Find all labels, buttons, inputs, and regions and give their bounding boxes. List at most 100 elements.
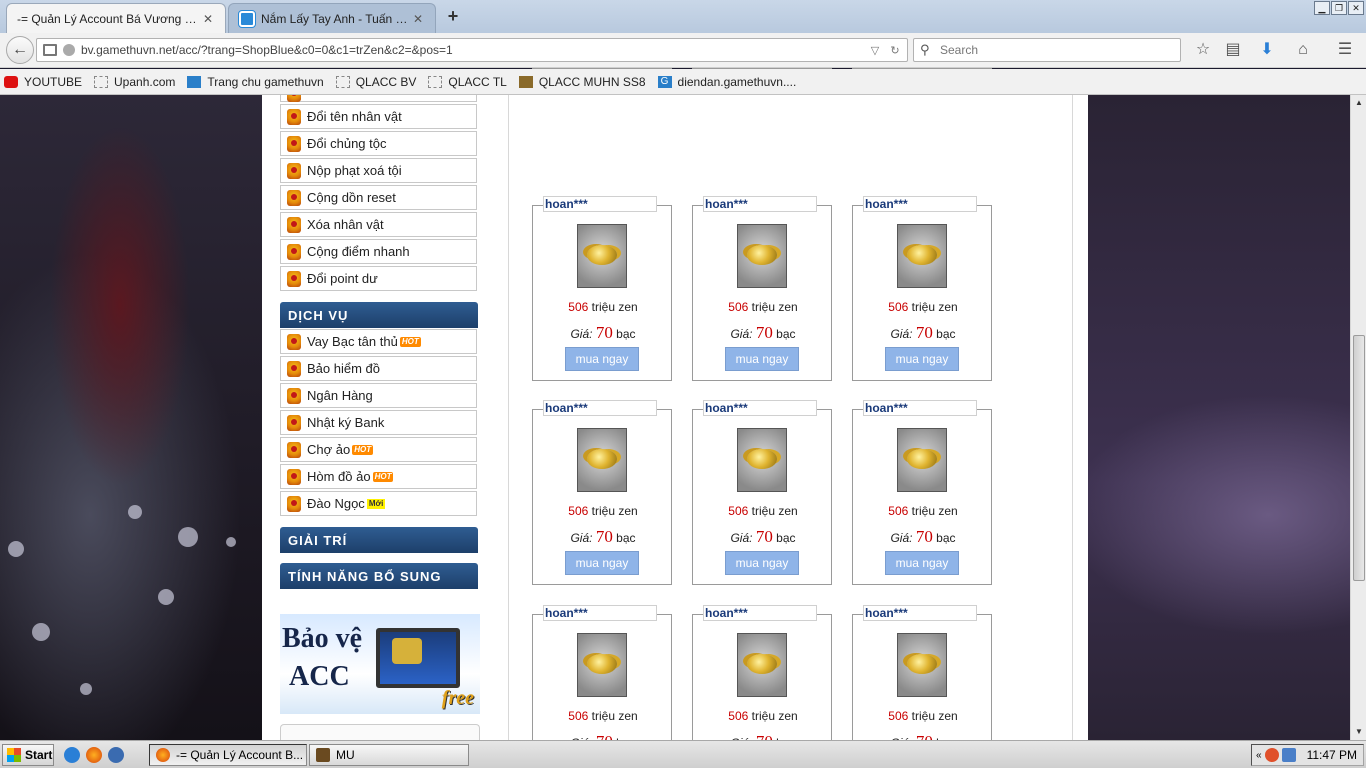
- menu-item-dao-ngoc[interactable]: Đào Ngọc Mới: [280, 491, 477, 516]
- minimize-button[interactable]: ▁: [1314, 1, 1330, 15]
- bookmark-qlacc-tl[interactable]: QLACC TL: [428, 75, 507, 89]
- system-tray: « 11:47 PM: [1251, 744, 1364, 766]
- buy-now-button[interactable]: mua ngay: [565, 551, 639, 575]
- bookmark-qlacc-muhn[interactable]: QLACC MUHN SS8: [518, 75, 646, 89]
- windows-logo-icon: [7, 748, 21, 762]
- bookmark-qlacc-bv[interactable]: QLACC BV: [335, 75, 416, 89]
- apps-grid-icon[interactable]: [43, 44, 57, 56]
- back-button[interactable]: ←: [6, 36, 34, 64]
- firefox-icon[interactable]: [86, 747, 102, 763]
- sparkle-dot: [158, 589, 174, 605]
- scroll-thumb[interactable]: [1353, 335, 1365, 581]
- close-icon[interactable]: ✕: [411, 12, 425, 26]
- menu-item-ngan-hang[interactable]: Ngân Hàng: [280, 383, 477, 408]
- menu-item-vay-bac[interactable]: Vay Bạc tân thủ HOT: [280, 329, 477, 354]
- promo-banner-bao-ve-acc[interactable]: Bảo vệ ACC free: [280, 614, 480, 714]
- search-input[interactable]: ⚲ Search: [913, 38, 1181, 62]
- price-label: Giá:: [570, 531, 593, 545]
- reload-icon[interactable]: ↻: [887, 44, 903, 57]
- search-icon: ⚲: [920, 42, 930, 57]
- zen-amount: 506 triệu zen: [853, 300, 993, 314]
- menu-item-doi-ten[interactable]: Đổi tên nhân vật: [280, 104, 477, 129]
- menu-label: Đào Ngọc: [307, 496, 365, 511]
- buy-now-button[interactable]: mua ngay: [725, 551, 799, 575]
- dropdown-icon[interactable]: ▽: [867, 44, 883, 57]
- promo-banner-2[interactable]: [280, 724, 480, 740]
- buy-now-button[interactable]: mua ngay: [885, 551, 959, 575]
- section-title: GIẢI TRÍ: [288, 532, 348, 548]
- buy-now-button[interactable]: mua ngay: [725, 347, 799, 371]
- tab-account-manager[interactable]: -= Quản Lý Account Bá Vương =- ... ✕: [6, 3, 226, 33]
- tab-music[interactable]: Nắm Lấy Tay Anh - Tuấn Hưn... ✕: [228, 3, 436, 33]
- bookmark-gamethuvn[interactable]: Trang chu gamethuvn: [187, 75, 324, 89]
- menu-icon[interactable]: ☰: [1335, 41, 1355, 61]
- sparkle-dot: [178, 527, 198, 547]
- media-player-icon[interactable]: [108, 747, 124, 763]
- clock: 11:47 PM: [1306, 748, 1358, 762]
- menu-item-hom-do-ao[interactable]: Hòm đồ ảo HOT: [280, 464, 477, 489]
- start-button[interactable]: Start: [2, 744, 54, 766]
- menu-item-cong-don-reset[interactable]: Cộng dồn reset: [280, 185, 477, 210]
- home-icon[interactable]: ⌂: [1293, 41, 1313, 61]
- zing-icon: [239, 10, 255, 27]
- address-bar[interactable]: bv.gamethuvn.net/acc/?trang=ShopBlue&c0=…: [36, 38, 908, 62]
- menu-item-nop-phat[interactable]: Nộp phạt xoá tội: [280, 158, 477, 183]
- medal-icon: [287, 244, 301, 260]
- restore-button[interactable]: ❐: [1331, 1, 1347, 15]
- bookmark-star-icon[interactable]: ☆: [1193, 41, 1213, 61]
- taskbar-item-firefox[interactable]: -= Quản Lý Account B...: [149, 744, 307, 766]
- new-tab-button[interactable]: +: [442, 7, 464, 27]
- tray-expand-icon[interactable]: «: [1256, 750, 1262, 761]
- menu-item-bao-hiem[interactable]: Bảo hiểm đồ: [280, 356, 477, 381]
- price-value: 70: [595, 323, 613, 342]
- buy-now-button[interactable]: mua ngay: [565, 347, 639, 371]
- hot-badge: HOT: [352, 444, 374, 455]
- price-value: 70: [595, 527, 613, 546]
- taskbar-item-mu[interactable]: MU: [309, 744, 469, 766]
- zen-amount-unit: triệu zen: [751, 504, 798, 518]
- download-icon[interactable]: ⬇: [1257, 41, 1277, 61]
- bookmark-label: Upanh.com: [114, 74, 176, 89]
- bookmark-upanh[interactable]: Upanh.com: [94, 75, 175, 89]
- menu-item-doi-chung-toc[interactable]: Đổi chủng tộc: [280, 131, 477, 156]
- window-close-button[interactable]: ✕: [1348, 1, 1364, 15]
- menu-item-xoa-nhan-vat[interactable]: Xóa nhân vật: [280, 212, 477, 237]
- background-art-right: [1088, 95, 1350, 740]
- tab-strip: -= Quản Lý Account Bá Vương =- ... ✕ Nắm…: [0, 0, 1366, 33]
- task-label: -= Quản Lý Account B...: [176, 748, 304, 762]
- url-text[interactable]: bv.gamethuvn.net/acc/?trang=ShopBlue&c0=…: [81, 43, 867, 57]
- item-price: Giá: 70 bạc: [533, 323, 673, 343]
- menu-item-nhat-ky-bank[interactable]: Nhật ký Bank: [280, 410, 477, 435]
- section-header-giai-tri[interactable]: GIẢI TRÍ: [280, 527, 478, 553]
- menu-item-cho-ao[interactable]: Chợ ảo HOT: [280, 437, 477, 462]
- scroll-down-arrow-icon[interactable]: ▼: [1351, 724, 1366, 740]
- zen-amount-unit: triệu zen: [911, 504, 958, 518]
- network-icon[interactable]: [1281, 748, 1296, 762]
- lock-icon: [392, 638, 422, 664]
- reading-list-icon[interactable]: ▤: [1223, 41, 1243, 61]
- zen-amount-number: 506: [728, 300, 749, 314]
- price-value: 70: [755, 527, 773, 546]
- close-icon[interactable]: ✕: [201, 12, 215, 26]
- avast-icon[interactable]: [1264, 748, 1279, 762]
- globe-icon: [63, 44, 75, 56]
- ie-icon[interactable]: [64, 747, 80, 763]
- bookmark-diendan[interactable]: Gdiendan.gamethuvn....: [657, 75, 796, 89]
- scroll-up-arrow-icon[interactable]: ▲: [1351, 95, 1366, 111]
- zen-coins-image: [737, 224, 787, 288]
- firefox-icon: [156, 748, 170, 762]
- zen-amount-number: 506: [728, 504, 749, 518]
- coins-icon: [907, 245, 937, 265]
- buy-now-button[interactable]: mua ngay: [885, 347, 959, 371]
- shop-item-card: hoan*** 506 triệu zen Giá: 70 bạc mua ngay: [852, 196, 993, 381]
- section-title: DỊCH VỤ: [288, 307, 349, 323]
- zen-amount-number: 506: [568, 504, 589, 518]
- zen-coins-image: [577, 224, 627, 288]
- menu-item-cong-diem[interactable]: Cộng điểm nhanh: [280, 239, 477, 264]
- gamethuvn-icon: [187, 75, 202, 88]
- vertical-scrollbar[interactable]: ▲ ▼: [1350, 95, 1366, 740]
- section-header-tinh-nang[interactable]: TÍNH NĂNG BỔ SUNG: [280, 563, 478, 589]
- menu-item-doi-point[interactable]: Đổi point dư: [280, 266, 477, 291]
- section-header-dich-vu[interactable]: DỊCH VỤ: [280, 302, 478, 328]
- bookmark-youtube[interactable]: YOUTUBE: [4, 75, 82, 89]
